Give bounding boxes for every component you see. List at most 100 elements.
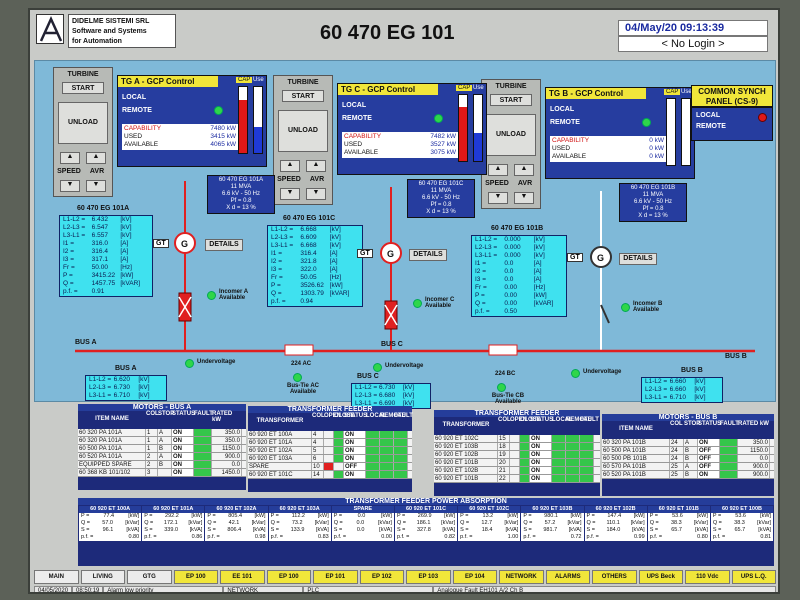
meter-row: L3-L1 = 6.710 [kV] <box>89 392 150 399</box>
absorption-row-p: P = 980.1 [kW] <box>523 513 582 519</box>
table-row: 60 320 PA 101A 1 A ON 350.0 <box>78 437 246 445</box>
col-fault: FAULT <box>194 411 213 417</box>
tab-ep-100[interactable]: EP 100 <box>266 570 311 584</box>
undervoltage-c-label: Undervoltage <box>385 363 424 369</box>
bus-tie-bc-breaker <box>488 344 518 356</box>
tab-ups-beck[interactable]: UPS Beck <box>638 570 683 584</box>
tab-ep-101[interactable]: EP 101 <box>313 570 358 584</box>
absorption-row-s: S = 65.7 [kVA] <box>649 527 708 533</box>
meter-row: L1-L2 = 6.730 [kV] <box>355 384 415 391</box>
generator-a-letter: G <box>181 239 188 249</box>
absorption-row-q: Q = 172.1 [kVar] <box>144 520 203 526</box>
absorption-row-p: P = 292.2 [kW] <box>144 513 203 519</box>
table-row: SPARE 10 OFF <box>248 463 412 471</box>
absorption-row-s: S = 96.1 [kVA] <box>81 527 140 533</box>
table-row: 60 368 KB 101/102 3 ON 1450.0 <box>78 469 246 477</box>
bus-tie-ac-id: 224 AC <box>291 361 312 367</box>
table-header-row: TRANSFORMER COL OPEN CLOSE STATUS LOCAL … <box>442 417 599 428</box>
bus-tie-ac-breaker <box>284 344 314 356</box>
absorption-row-s: S = 184.0 [kVA] <box>586 527 645 533</box>
meter-row: L2-L3 = 6.660 [kV] <box>645 386 706 393</box>
tab-ee-101[interactable]: EE 101 <box>220 570 265 584</box>
table-row: 60 320 PA 101B 24 A ON 350.0 <box>602 439 774 447</box>
absorption-row-p: P = 805.4 [kW] <box>207 513 266 519</box>
col-item-name: ITEM NAME <box>95 416 129 422</box>
gt-label-a: GT <box>153 239 169 248</box>
bus-tie-bc-status: Bus-Tie CB Available <box>491 393 525 405</box>
absorption-row-s: S = 18.4 [kVA] <box>460 527 519 533</box>
meter-row: L2-L3 = 6.730 [kV] <box>89 384 150 391</box>
incomer-c-status: Incomer C Available <box>425 297 455 309</box>
svg-text:G: G <box>387 249 394 259</box>
details-button-c[interactable]: DETAILS <box>409 249 447 261</box>
transformer-feeder-b-title: TRANSFORMER FEEDER <box>434 410 600 417</box>
bus-c-label: BUS C <box>381 341 403 348</box>
tab-ep-100[interactable]: EP 100 <box>173 570 218 584</box>
datetime-display: 04/May/20 09:13:39 <box>618 20 768 36</box>
tab-main[interactable]: MAIN <box>34 570 79 584</box>
undervoltage-c-led <box>373 363 382 372</box>
gt-label-c: GT <box>357 249 373 258</box>
absorption-row-s: S = 65.7 [kVA] <box>712 527 772 533</box>
power-absorption-panel: TRANSFORMER FEEDER POWER ABSORPTION 60 9… <box>78 498 774 566</box>
tab-alarms[interactable]: ALARMS <box>545 570 590 584</box>
table-row: 60 520 PA 101A 2 A ON 900.0 <box>78 453 246 461</box>
absorption-column-name: 60 920 ET 103B <box>521 506 584 513</box>
tab-ep-103[interactable]: EP 103 <box>406 570 451 584</box>
table-row: 60 920 ET 101B 20 ON <box>434 459 600 467</box>
bus-a-readings-title: BUS A <box>115 365 137 372</box>
navigation-tabs: MAIN LIVING GTG EP 100 EE 101 EP 100 EP 101 EP … <box>34 570 776 584</box>
tab-gtg[interactable]: GTG <box>127 570 172 584</box>
details-button-b[interactable]: DETAILS <box>619 253 657 265</box>
tab-ep-104[interactable]: EP 104 <box>452 570 497 584</box>
incomer-b-status: Incomer B Available <box>633 301 663 313</box>
table-row: EQUIPPED SPARE 2 B ON 0.0 <box>78 461 246 469</box>
table-header-row: ITEM NAME COL STOP STATUS FAULT RATED kW <box>78 411 246 429</box>
table-row: 60 920 ET 102B 19 ON <box>434 451 600 459</box>
status-bar: 04/05/2020 08:50:19 Alarm low priority N… <box>34 586 776 592</box>
absorption-row-s: S = 133.9 [kVA] <box>270 527 329 533</box>
tab-network[interactable]: NETWORK <box>499 570 544 584</box>
tab-110-vdc[interactable]: 110 Vdc <box>685 570 730 584</box>
table-row: 60 920 ET 102C 15 ON <box>434 435 600 443</box>
table-row: 60 920 ET 103B 18 ON <box>434 443 600 451</box>
tab-ups-l-q-[interactable]: UPS L.Q. <box>731 570 776 584</box>
tab-living[interactable]: LIVING <box>80 570 125 584</box>
page-title: 60 470 EG 101 <box>320 22 455 44</box>
absorption-column-name: 60 920 ET 101B <box>647 506 710 513</box>
table-row: 60 320 PA 101A 1 A ON 350.0 <box>78 429 246 437</box>
tab-others[interactable]: OTHERS <box>592 570 637 584</box>
undervoltage-b-led <box>571 369 580 378</box>
company-tagline-2: for Automation <box>72 38 122 45</box>
incomer-a-status: Incomer A Available <box>219 289 248 301</box>
tab-ep-102[interactable]: EP 102 <box>359 570 404 584</box>
details-button-a[interactable]: DETAILS <box>205 239 243 251</box>
table-row: 60 570 PA 101B 25 A OFF 900.0 <box>602 463 774 471</box>
undervoltage-a-label: Undervoltage <box>197 359 236 365</box>
absorption-row-pf: p.f. = 0.72 <box>523 534 582 540</box>
table-row: 60 920 ET 100A 4 ON <box>248 431 412 439</box>
power-absorption-columns: 60 920 ET 100A P = 77.4 [kW] Q = 57.0 [kVar] S … <box>78 505 774 542</box>
login-button[interactable]: < No Login > <box>618 36 768 52</box>
meter-row: L3-L1 = 6.710 [kV] <box>645 394 706 401</box>
absorption-row-pf: p.f. = 0.83 <box>270 534 329 540</box>
table-row: 60 920 ET 103A 6 ON <box>248 455 412 463</box>
absorption-row-q: Q = 57.2 [kVar] <box>523 520 582 526</box>
absorption-row-pf: p.f. = 0.80 <box>649 534 708 540</box>
absorption-column: 60 920 ET 101C P = 269.9 [kW] Q = 186.1 [kVar]… <box>394 506 458 541</box>
bus-tie-ac-status: Bus-Tie AC Available <box>286 383 319 395</box>
company-name: DIDELME SISTEMI SRL <box>72 18 150 25</box>
absorption-row-q: Q = 38.3 [kVar] <box>649 520 708 526</box>
absorption-row-q: Q = 12.7 [kVar] <box>460 520 519 526</box>
absorption-row-s: S = 981.7 [kVA] <box>523 527 582 533</box>
absorption-row-p: P = 53.6 [kW] <box>712 513 772 519</box>
absorption-row-q: Q = 38.3 [kVar] <box>712 520 772 526</box>
table-row: 60 500 PB 101B 24 B OFF 0.0 <box>602 455 774 463</box>
bus-tie-bc-led <box>497 383 506 392</box>
table-row: 60 520 PA 101B 25 B ON 900.0 <box>602 471 774 479</box>
meter-row: L2-L3 = 6.680 [kV] <box>355 392 415 399</box>
absorption-row-q: Q = 0.0 [kVar] <box>333 520 392 526</box>
incomer-b-led <box>621 303 630 312</box>
absorption-column-name: SPARE <box>331 506 394 513</box>
table-row: 60 920 ET 102A 5 ON <box>248 447 412 455</box>
